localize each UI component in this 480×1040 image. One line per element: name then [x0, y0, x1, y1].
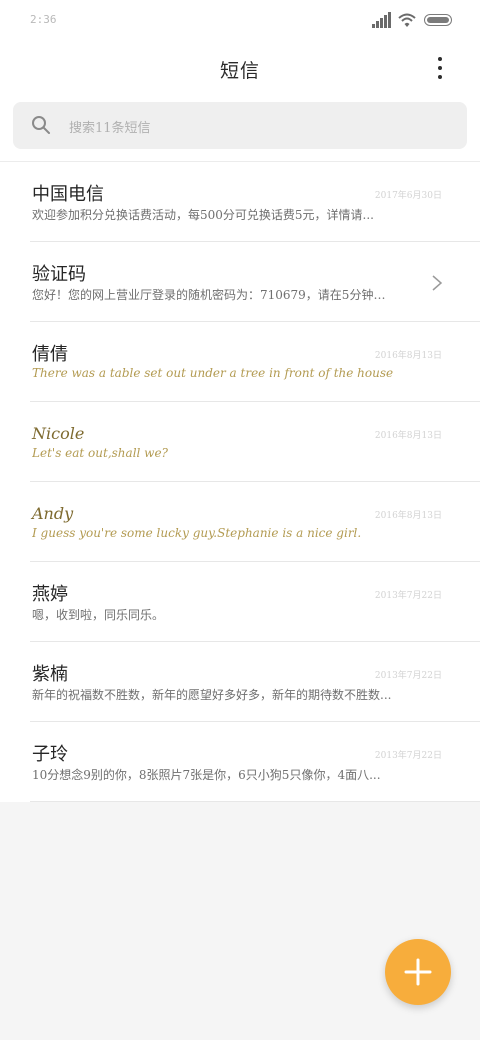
message-item[interactable]: 倩倩 2016年8月13日 There was a table set out … — [0, 322, 480, 402]
message-item[interactable]: Nicole 2016年8月13日 Let's eat out,shall we… — [0, 402, 480, 482]
message-item[interactable]: 紫楠 2013年7月22日 新年的祝福数不胜数，新年的愿望好多好多，新年的期待数… — [0, 642, 480, 722]
message-item[interactable]: Andy 2016年8月13日 I guess you're some luck… — [0, 482, 480, 562]
message-preview: 您好！您的网上营业厅登录的随机密码为：710679，请在5分钟内... — [32, 288, 394, 302]
search-placeholder: 搜索11条短信 — [69, 121, 151, 136]
message-item[interactable]: 验证码 您好！您的网上营业厅登录的随机密码为：710679，请在5分钟内... — [0, 242, 480, 322]
status-bar: 2:36 — [0, 0, 480, 40]
contact-name: 中国电信 — [32, 184, 104, 205]
more-options-button[interactable] — [428, 54, 452, 82]
contact-name: 子玲 — [32, 744, 68, 765]
search-icon — [32, 116, 50, 134]
contact-name: 验证码 — [32, 264, 86, 285]
message-preview: Let's eat out,shall we? — [32, 446, 168, 460]
message-date: 2013年7月22日 — [374, 671, 442, 681]
message-preview: 欢迎参加积分兑换话费活动，每500分可兑换话费5元，详情请... — [32, 208, 374, 222]
sms-screen: 2:36 短信 搜索11条短信 中国电信 2017年6月30日 欢迎参加积分兑换… — [0, 0, 480, 1040]
message-date: 2017年6月30日 — [374, 191, 442, 201]
message-item[interactable]: 中国电信 2017年6月30日 欢迎参加积分兑换话费活动，每500分可兑换话费5… — [0, 162, 480, 242]
battery-icon — [424, 14, 452, 26]
message-list: 中国电信 2017年6月30日 欢迎参加积分兑换话费活动，每500分可兑换话费5… — [0, 162, 480, 802]
message-date: 2013年7月22日 — [374, 591, 442, 601]
message-preview: There was a table set out under a tree i… — [32, 366, 394, 380]
contact-name: 倩倩 — [32, 344, 68, 365]
more-vertical-icon — [438, 57, 442, 61]
message-date: 2013年7月22日 — [374, 751, 442, 761]
new-message-button[interactable] — [385, 939, 451, 1005]
app-header: 短信 — [0, 40, 480, 96]
message-date: 2016年8月13日 — [374, 431, 442, 441]
chevron-right-icon — [432, 275, 443, 291]
wifi-icon — [398, 13, 416, 27]
message-date: 2016年8月13日 — [374, 511, 442, 521]
search-input[interactable]: 搜索11条短信 — [13, 102, 467, 149]
message-date: 2016年8月13日 — [374, 351, 442, 361]
plus-icon — [404, 958, 432, 986]
contact-name: 紫楠 — [32, 664, 68, 685]
message-item[interactable]: 燕婷 2013年7月22日 嗯，收到啦，同乐同乐。 — [0, 562, 480, 642]
signal-icon — [372, 12, 392, 28]
page-title: 短信 — [219, 60, 260, 82]
message-preview: 嗯，收到啦，同乐同乐。 — [32, 608, 165, 622]
contact-name: Andy — [32, 504, 74, 523]
contact-name: Nicole — [32, 424, 85, 443]
contact-name: 燕婷 — [32, 584, 68, 605]
message-item[interactable]: 子玲 2013年7月22日 10分想念9别的你，8张照片7张是你，6只小狗5只像… — [0, 722, 480, 802]
message-preview: 10分想念9别的你，8张照片7张是你，6只小狗5只像你，4面八... — [32, 768, 381, 782]
status-time: 2:36 — [30, 13, 57, 26]
message-preview: I guess you're some lucky guy.Stephanie … — [32, 526, 362, 540]
message-preview: 新年的祝福数不胜数，新年的愿望好多好多，新年的期待数不胜数... — [32, 688, 392, 702]
